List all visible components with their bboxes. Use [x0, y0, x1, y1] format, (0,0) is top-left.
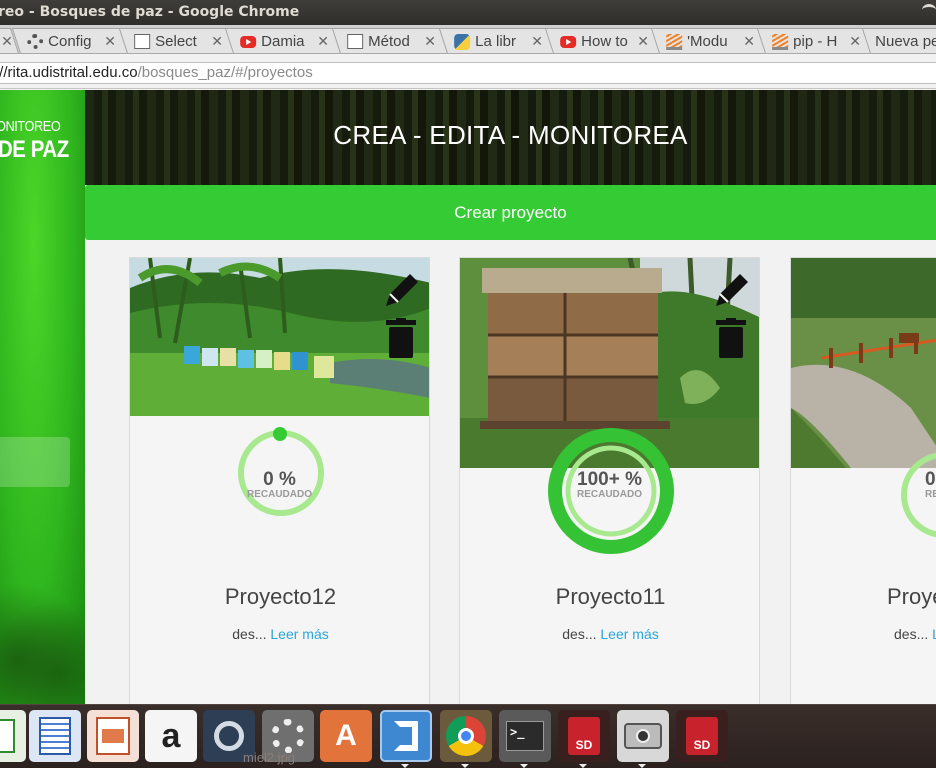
- project-description: des... L: [894, 626, 936, 642]
- brand-line-2: DE PAZ: [0, 136, 69, 163]
- project-name: Proyecto11: [555, 584, 666, 609]
- tab-nueva[interactable]: Nueva pe: [861, 28, 936, 53]
- tab-la-libr[interactable]: La libr ✕: [438, 28, 556, 53]
- chrome-icon[interactable]: [440, 710, 492, 762]
- description-text: des...: [562, 626, 597, 642]
- youtube-icon: [560, 35, 577, 48]
- description-text: des...: [232, 626, 267, 642]
- terminal-icon[interactable]: >_: [499, 710, 551, 762]
- writer-icon[interactable]: [29, 710, 81, 762]
- running-indicator: [461, 764, 469, 768]
- read-more-link[interactable]: Leer más: [270, 626, 328, 642]
- tab-close-icon[interactable]: ✕: [210, 33, 224, 50]
- amazon-icon[interactable]: a: [145, 710, 197, 762]
- spreadsheet-icon[interactable]: [0, 710, 26, 762]
- vscode-icon[interactable]: [380, 710, 432, 762]
- tab-close-icon[interactable]: ✕: [848, 33, 862, 50]
- progress-label: RECAUDADO: [247, 489, 312, 500]
- edit-pencil-icon[interactable]: [382, 270, 422, 310]
- url-path: /bosques_paz/#/proyectos: [137, 64, 313, 81]
- delete-trash-icon[interactable]: [716, 318, 746, 358]
- tab-strip: ✕ Config ✕ Select ✕ Damia ✕ Métod ✕ La libr ✕…: [0, 25, 936, 54]
- sd-card-icon[interactable]: SD: [558, 710, 610, 762]
- stackoverflow-icon: [772, 33, 789, 50]
- read-more-link[interactable]: Leer más: [600, 626, 658, 642]
- project-card-11: 100+ % RECAUDADO Proyecto11 des... Leer …: [459, 257, 760, 717]
- tab-close-icon[interactable]: ✕: [1, 33, 13, 50]
- toolbar: ://rita.udistrital.edu.co/bosques_paz/#/…: [0, 55, 936, 89]
- python-icon: [454, 33, 471, 50]
- progress-label: RECA: [925, 489, 936, 500]
- sd-card-icon[interactable]: SD: [676, 710, 728, 762]
- project-card-12: 0 % RECAUDADO Proyecto12 des... Leer más: [129, 257, 430, 717]
- window-title: reo - Bosques de paz - Google Chrome: [0, 4, 300, 20]
- progress-label: RECAUDADO: [577, 489, 642, 500]
- software-center-icon[interactable]: A: [320, 710, 372, 762]
- running-indicator: [401, 764, 409, 768]
- project-name: Proyecto12: [224, 584, 337, 609]
- window-titlebar: reo - Bosques de paz - Google Chrome: [0, 0, 936, 25]
- document-icon: [134, 34, 151, 49]
- tab-close-icon[interactable]: ✕: [423, 33, 437, 50]
- project-description: des... Leer más: [460, 626, 759, 642]
- document-icon: [347, 34, 364, 49]
- project-description: des... Leer más: [130, 626, 429, 642]
- url-host: ://rita.udistrital.edu.co: [0, 64, 138, 81]
- tab-close-icon[interactable]: ✕: [103, 33, 117, 50]
- tab-close-icon[interactable]: ✕: [636, 33, 650, 50]
- page-title: CREA - EDITA - MONITOREA: [333, 120, 688, 150]
- tab-how-to[interactable]: How to ✕: [544, 28, 662, 53]
- progress-percent: 0: [925, 469, 936, 490]
- running-indicator: [579, 764, 587, 768]
- address-bar[interactable]: ://rita.udistrital.edu.co/bosques_paz/#/…: [0, 62, 936, 84]
- taskbar-tooltip: miel2.jpg: [243, 750, 296, 765]
- delete-trash-icon[interactable]: [386, 318, 416, 358]
- project-card-partial: 0 RECA Proye des... L: [790, 257, 936, 717]
- description-text: des...: [894, 626, 929, 642]
- tab-close-icon[interactable]: ✕: [530, 33, 544, 50]
- progress-percent: 100+ %: [577, 469, 642, 490]
- project-image[interactable]: [791, 258, 936, 468]
- wifi-icon[interactable]: [922, 4, 936, 16]
- tab-close-icon[interactable]: ✕: [742, 33, 756, 50]
- camera-icon[interactable]: [617, 710, 669, 762]
- youtube-icon: [240, 35, 257, 48]
- edit-pencil-icon[interactable]: [712, 270, 752, 310]
- tab-pip[interactable]: pip - H ✕: [756, 28, 874, 53]
- hero-banner: CREA - EDITA - MONITOREA: [85, 90, 936, 185]
- create-project-button[interactable]: Crear proyecto: [85, 185, 936, 240]
- sidebar-search-field[interactable]: [0, 437, 70, 487]
- tab-config[interactable]: Config ✕: [11, 28, 129, 53]
- running-indicator: [520, 764, 528, 768]
- tab-modu[interactable]: 'Modu ✕: [650, 28, 768, 53]
- running-indicator: [638, 764, 646, 768]
- brand-line-1: ONITOREO: [0, 118, 61, 135]
- project-name: Proye: [887, 584, 936, 609]
- tab-damia[interactable]: Damia ✕: [224, 28, 342, 53]
- sidebar: ONITOREO DE PAZ: [0, 90, 85, 704]
- progress-percent: 0 %: [263, 469, 296, 490]
- tab-metod[interactable]: Métod ✕: [331, 28, 449, 53]
- impress-icon[interactable]: [87, 710, 139, 762]
- tab-close-icon[interactable]: ✕: [316, 33, 330, 50]
- stackoverflow-icon: [666, 33, 683, 50]
- tab-select[interactable]: Select ✕: [118, 28, 236, 53]
- read-more-link[interactable]: L: [932, 626, 936, 642]
- gear-icon: [27, 34, 44, 49]
